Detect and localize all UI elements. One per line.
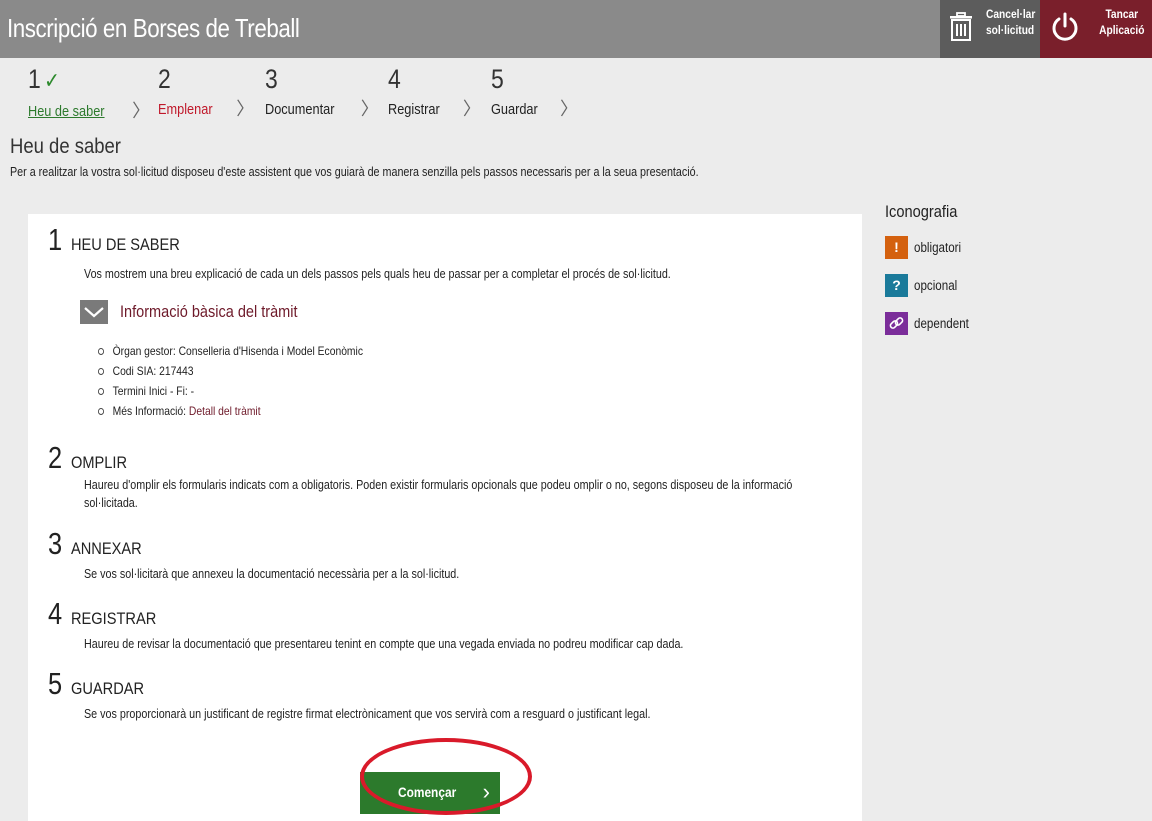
legend-item-opcional: ? opcional (885, 274, 964, 297)
legend-item-dependent: dependent (885, 312, 978, 335)
item-description: Haureu de revisar la documentació que pr… (84, 637, 684, 651)
list-item: Més Informació: Detall del tràmit (98, 401, 363, 421)
item-number: 2 (48, 440, 63, 475)
step-3-documentar[interactable]: 3 Documentar 〉 (265, 64, 379, 120)
cancel-request-label: Cancel·lar sol·licitud (986, 7, 1036, 37)
start-button[interactable]: Començar › (360, 772, 500, 814)
basic-info-list: Òrgan gestor: Conselleria d'Hisenda i Mo… (98, 341, 406, 421)
trash-icon (950, 12, 972, 41)
close-application-button[interactable]: Tancar Aplicació (1040, 0, 1152, 58)
item-heading: REGISTRAR (71, 609, 157, 628)
chevron-right-icon: › (482, 779, 490, 804)
chevron-down-icon (80, 300, 108, 324)
step-label: Guardar (491, 101, 538, 118)
item-heading: HEU DE SABER (71, 235, 181, 254)
start-button-label: Començar (398, 784, 457, 800)
step-number: 2 (158, 64, 171, 94)
item-description: Haureu d'omplir els formularis indicats … (84, 478, 793, 510)
exclamation-icon: ! (885, 236, 908, 259)
item-heading: GUARDAR (71, 679, 145, 698)
cancel-request-button[interactable]: Cancel·lar sol·licitud (940, 0, 1040, 58)
chevron-right-icon: 〉 (462, 99, 481, 119)
page-subtitle: Per a realitzar la vostra sol·licitud di… (10, 165, 699, 179)
chevron-right-icon: 〉 (236, 99, 255, 119)
item-description: Vos mostrem una breu explicació de cada … (84, 267, 671, 281)
chevron-right-icon: 〉 (560, 99, 579, 119)
item-number: 3 (48, 526, 63, 561)
step-1-heu-de-saber[interactable]: 1 ✓ Heu de saber 〉 (28, 64, 150, 122)
step-number: 5 (491, 64, 504, 94)
list-item: Òrgan gestor: Conselleria d'Hisenda i Mo… (98, 341, 363, 361)
power-icon (1052, 12, 1078, 41)
app-title: Inscripció en Borses de Treball (7, 13, 300, 43)
step-number: 4 (388, 64, 401, 94)
item-heading: ANNEXAR (71, 539, 142, 558)
instructions-panel: 1 HEU DE SABER Vos mostrem una breu expli… (28, 214, 862, 821)
iconography-legend: Iconografia ! obligatori ? opcional depend… (885, 202, 969, 335)
step-5-guardar[interactable]: 5 Guardar 〉 (491, 64, 578, 120)
item-number: 1 (48, 222, 63, 257)
close-application-label: Tancar Aplicació (1099, 7, 1145, 37)
procedure-detail-link[interactable]: Detall del tràmit (189, 404, 261, 418)
step-label: Heu de saber (28, 103, 105, 120)
step-number: 1 ✓ (28, 64, 60, 94)
question-icon: ? (885, 274, 908, 297)
legend-item-obligatori: ! obligatori (885, 236, 969, 259)
instruction-item-4: 4 REGISTRAR Haureu de revisar la document… (48, 596, 683, 651)
step-4-registrar[interactable]: 4 Registrar 〉 (388, 64, 481, 120)
instruction-item-3: 3 ANNEXAR Se vos sol·licitarà que annexeu… (48, 526, 459, 581)
step-2-emplenar[interactable]: 2 Emplenar 〉 (158, 64, 254, 120)
item-description: Se vos proporcionarà un justificant de r… (84, 707, 651, 721)
item-number: 4 (48, 596, 63, 631)
instruction-item-2: 2 OMPLIR Haureu d'omplir els formularis i… (48, 440, 792, 510)
step-label: Emplenar (158, 101, 213, 118)
list-item: Codi SIA: 217443 (98, 361, 363, 381)
item-description: Se vos sol·licitarà que annexeu la docum… (84, 567, 460, 581)
step-label: Documentar (265, 101, 335, 118)
chevron-right-icon: 〉 (132, 101, 151, 121)
step-label: Registrar (388, 101, 440, 118)
app-header: Inscripció en Borses de Treball Cancel·l… (0, 0, 1152, 58)
page-title: Heu de saber (10, 135, 121, 158)
link-icon (885, 312, 908, 335)
checkmark-icon: ✓ (44, 68, 60, 93)
item-heading: OMPLIR (71, 453, 128, 472)
legend-title: Iconografia (885, 202, 958, 221)
instruction-item-1: 1 HEU DE SABER Vos mostrem una breu expli… (48, 222, 671, 281)
list-item: Termini Inici - Fi: - (98, 381, 363, 401)
item-number: 5 (48, 666, 63, 701)
basic-info-toggle[interactable]: Informació bàsica del tràmit (80, 300, 322, 324)
instruction-item-5: 5 GUARDAR Se vos proporcionarà un justifi… (48, 666, 650, 721)
step-number: 3 (265, 64, 278, 94)
basic-info-label: Informació bàsica del tràmit (120, 302, 298, 321)
chevron-right-icon: 〉 (360, 99, 379, 119)
